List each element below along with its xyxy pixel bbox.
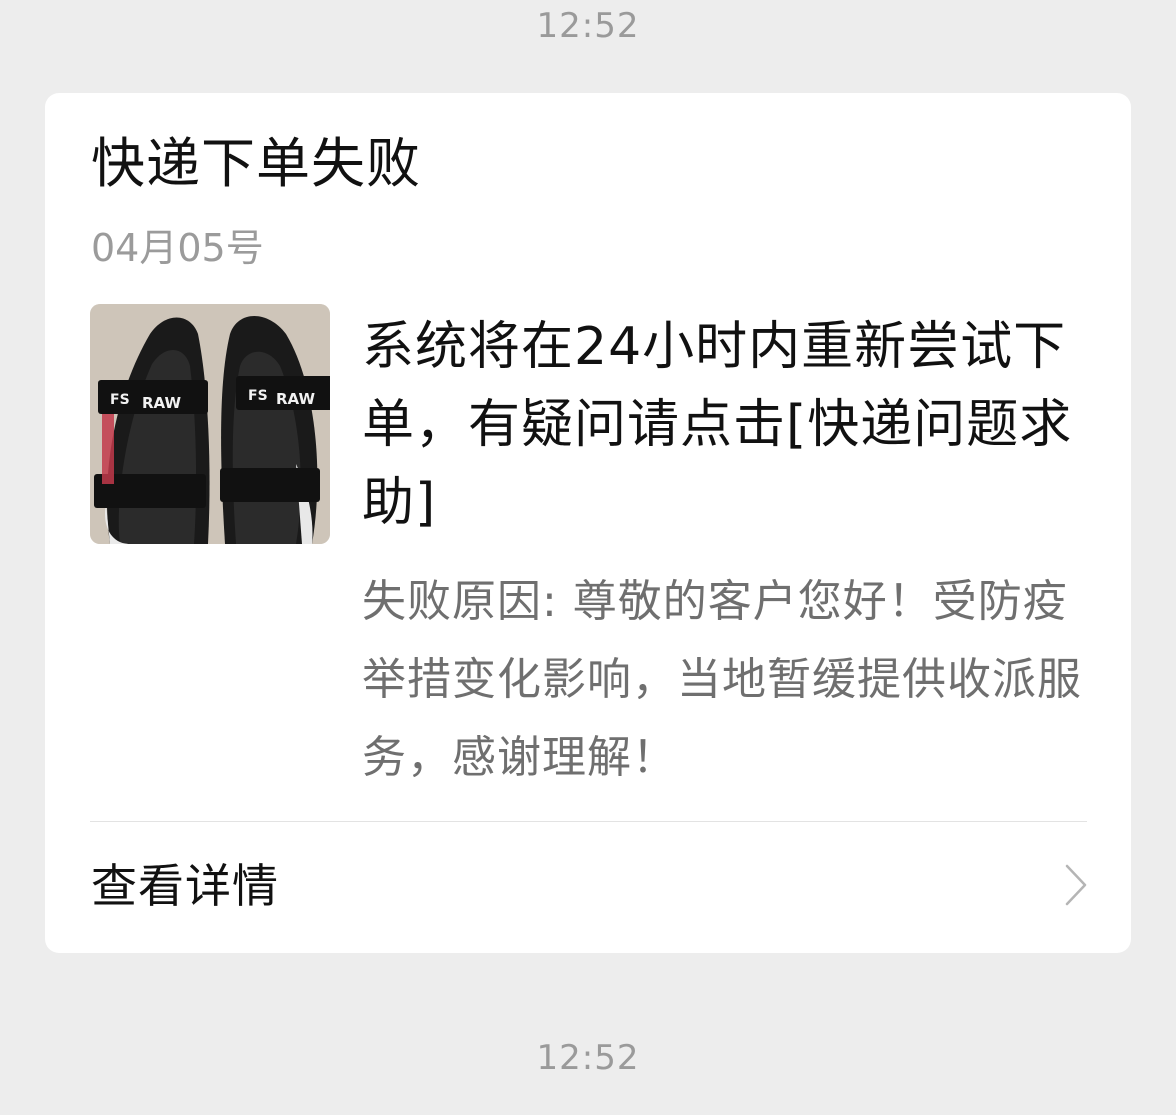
express-order-notification-card[interactable]: 快递下单失败 04月05号 FS RAW FS RAW 系统将在24小时内重新尝… bbox=[45, 93, 1131, 953]
product-thumbnail[interactable]: FS RAW FS RAW bbox=[90, 304, 330, 544]
message-timestamp-top: 12:52 bbox=[536, 6, 640, 46]
svg-text:FS: FS bbox=[110, 392, 130, 408]
failure-reason: 失败原因: 尊敬的客户您好！受防疫举措变化影响，当地暂缓提供收派服务，感谢理解！ bbox=[362, 576, 1082, 783]
svg-text:FS: FS bbox=[248, 388, 268, 404]
svg-text:RAW: RAW bbox=[276, 390, 315, 408]
view-details-label: 查看详情 bbox=[91, 859, 279, 913]
svg-text:RAW: RAW bbox=[142, 394, 181, 412]
view-details-button[interactable]: 查看详情 bbox=[45, 822, 1131, 953]
message-timestamp-bottom: 12:52 bbox=[536, 1038, 640, 1078]
card-date: 04月05号 bbox=[91, 226, 264, 270]
chevron-right-icon bbox=[1065, 864, 1087, 906]
sandals-image-icon: FS RAW FS RAW bbox=[90, 304, 330, 544]
notification-message[interactable]: 系统将在24小时内重新尝试下单，有疑问请点击[快递问题求助] bbox=[362, 308, 1092, 542]
card-title: 快递下单失败 bbox=[91, 132, 421, 195]
